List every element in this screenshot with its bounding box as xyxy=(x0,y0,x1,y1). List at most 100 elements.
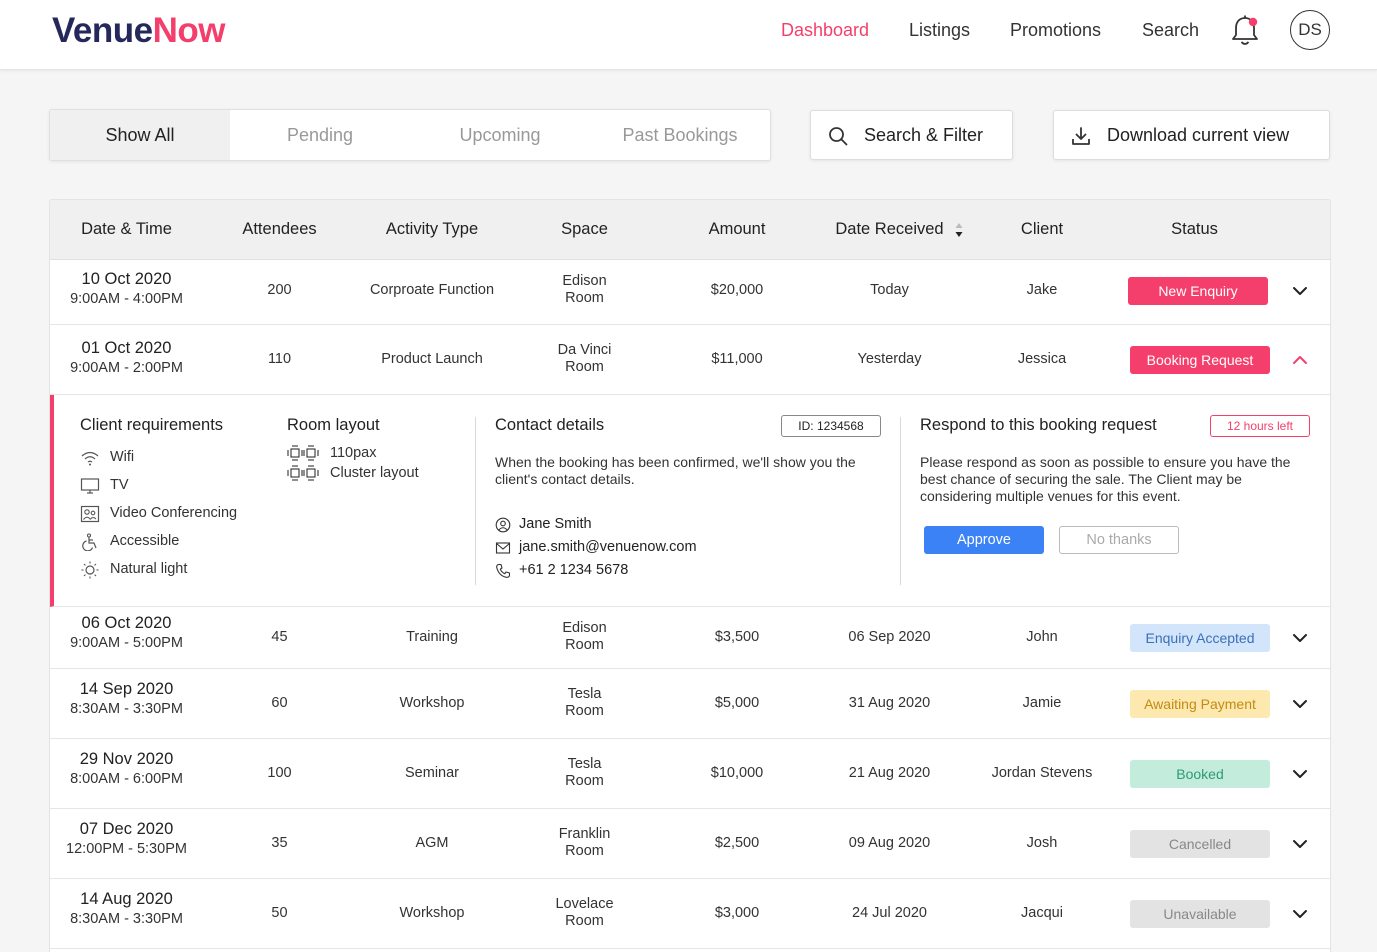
booking-time: 8:30AM - 3:30PM xyxy=(70,911,183,927)
contact-email-text[interactable]: jane.smith@venuenow.com xyxy=(519,539,697,555)
user-avatar[interactable]: DS xyxy=(1290,10,1330,50)
space-cell: Tesla Room xyxy=(508,756,661,790)
chevron-down-icon[interactable] xyxy=(1290,764,1310,784)
table-header: Date & Time Attendees Activity Type Spac… xyxy=(50,200,1330,260)
date-time-cell: 14 Sep 2020 8:30AM - 3:30PM xyxy=(50,680,203,717)
tab-pending[interactable]: Pending xyxy=(230,110,410,160)
space-cell: Tesla Room xyxy=(508,686,661,720)
booking-filter-tabs: Show All Pending Upcoming Past Bookings xyxy=(49,109,771,161)
client-cell: Jamie xyxy=(1022,695,1062,711)
contact-phone-text[interactable]: +61 2 1234 5678 xyxy=(519,562,628,578)
table-row[interactable]: 14 Sep 2020 8:30AM - 3:30PM 60 Workshop Tesl… xyxy=(50,669,1330,739)
space-name: Tesla xyxy=(567,756,602,772)
user-icon xyxy=(495,517,511,533)
tv-icon xyxy=(80,478,100,494)
no-thanks-button[interactable]: No thanks xyxy=(1059,526,1179,554)
sort-icon[interactable] xyxy=(954,221,964,239)
space-cell: Edison Room xyxy=(508,273,661,307)
space-name: Da Vinci xyxy=(557,342,612,358)
status-badge: Enquiry Accepted xyxy=(1130,624,1270,652)
date-received-cell: 31 Aug 2020 xyxy=(848,695,931,711)
column-header-space: Space xyxy=(561,220,608,238)
client-cell: John xyxy=(1026,629,1058,645)
table-row[interactable]: 29 Nov 2020 8:00AM - 6:00PM 100 Seminar Tesl… xyxy=(50,739,1330,809)
activity-type-cell: Product Launch xyxy=(381,351,483,367)
activity-type-cell: Corproate Function xyxy=(369,282,495,298)
chevron-down-icon[interactable] xyxy=(1290,694,1310,714)
status-badge: Awaiting Payment xyxy=(1130,690,1270,718)
layout-pax-text: 110pax xyxy=(330,445,377,461)
chevron-down-icon[interactable] xyxy=(1290,281,1310,301)
notification-bell-icon[interactable] xyxy=(1230,14,1260,48)
chevron-down-icon[interactable] xyxy=(1290,834,1310,854)
amount-cell: $5,000 xyxy=(714,695,760,711)
phone-icon xyxy=(496,563,511,578)
date-received-cell: 21 Aug 2020 xyxy=(848,765,931,781)
booking-date: 07 Dec 2020 xyxy=(79,820,174,838)
chevron-up-icon[interactable] xyxy=(1290,350,1310,370)
attendees-cell: 45 xyxy=(271,629,288,645)
booking-date: 14 Aug 2020 xyxy=(80,890,173,908)
table-row[interactable]: 10 Oct 2020 9:00AM - 4:00PM 200 Corproat… xyxy=(50,260,1330,325)
section-divider xyxy=(900,417,901,585)
attendees-cell: 110 xyxy=(267,351,292,367)
logo-venue-text: Venue xyxy=(52,11,153,50)
tab-past-bookings[interactable]: Past Bookings xyxy=(590,110,770,160)
chevron-down-icon[interactable] xyxy=(1290,628,1310,648)
download-label: Download current view xyxy=(1107,125,1290,145)
activity-type-cell: AGM xyxy=(415,835,449,851)
space-name: Franklin xyxy=(558,826,611,842)
space-name: Tesla xyxy=(567,686,602,702)
client-requirements-title: Client requirements xyxy=(80,416,224,434)
download-current-view-button[interactable]: Download current view xyxy=(1053,110,1330,160)
column-header-client: Client xyxy=(1020,220,1064,238)
column-header-status: Status xyxy=(1171,220,1218,238)
search-filter-button[interactable]: Search & Filter xyxy=(810,110,1013,160)
attendees-cell: 60 xyxy=(271,695,288,711)
column-header-activity-type: Activity Type xyxy=(385,220,479,238)
status-badge: New Enquiry xyxy=(1128,277,1268,305)
space-cell: Lovelace Room xyxy=(508,896,661,930)
table-row-expanded[interactable]: 01 Oct 2020 9:00AM - 2:00PM 110 Product … xyxy=(50,325,1330,395)
time-left-badge: 12 hours left xyxy=(1210,415,1310,437)
nav-promotions[interactable]: Promotions xyxy=(1010,20,1101,41)
room-layout-title: Room layout xyxy=(287,416,380,434)
nav-dashboard[interactable]: Dashboard xyxy=(781,20,869,41)
status-badge: Booking Request xyxy=(1130,346,1270,374)
status-badge: Cancelled xyxy=(1130,830,1270,858)
activity-type-cell: Workshop xyxy=(399,905,465,921)
nav-listings[interactable]: Listings xyxy=(909,20,970,41)
date-received-cell: Today xyxy=(870,282,909,298)
respond-title: Respond to this booking request xyxy=(920,416,1157,434)
client-cell: Jessica xyxy=(1017,351,1067,367)
section-divider xyxy=(475,417,476,585)
approve-button[interactable]: Approve xyxy=(924,526,1044,554)
tab-upcoming[interactable]: Upcoming xyxy=(410,110,590,160)
contact-details-title: Contact details xyxy=(495,416,605,434)
table-row[interactable]: 07 Dec 2020 12:00PM - 5:30PM 35 AGM Franklin… xyxy=(50,809,1330,879)
date-received-cell: Yesterday xyxy=(857,351,922,367)
nav-search[interactable]: Search xyxy=(1142,20,1199,41)
booking-date: 01 Oct 2020 xyxy=(81,339,172,357)
date-time-cell: 06 Oct 2020 9:00AM - 5:00PM xyxy=(50,614,203,651)
venuenow-logo[interactable]: VenueNow xyxy=(52,11,226,51)
space-name: Edison xyxy=(562,620,607,636)
table-row[interactable]: 06 Oct 2020 9:00AM - 5:00PM 45 Training Edis… xyxy=(50,607,1330,669)
contact-name-text: Jane Smith xyxy=(519,516,592,532)
requirement-label: Wifi xyxy=(110,449,135,465)
attendees-cell: 50 xyxy=(271,905,288,921)
respond-note: Please respond as soon as possible to en… xyxy=(920,454,1291,504)
search-icon xyxy=(829,127,848,146)
accessible-icon xyxy=(82,533,97,551)
amount-cell: $2,500 xyxy=(714,835,760,851)
tab-show-all[interactable]: Show All xyxy=(50,110,230,160)
notification-dot xyxy=(1248,17,1258,27)
chevron-down-icon[interactable] xyxy=(1290,904,1310,924)
table-row[interactable]: 14 Aug 2020 8:30AM - 3:30PM 50 Workshop Love… xyxy=(50,879,1330,949)
amount-cell: $10,000 xyxy=(710,765,764,781)
client-cell: Jake xyxy=(1026,282,1058,298)
column-header-date-received[interactable]: Date Received xyxy=(813,220,966,239)
contact-note: When the booking has been confirmed, we'… xyxy=(495,454,856,487)
space-name: Edison xyxy=(562,273,607,289)
activity-type-cell: Workshop xyxy=(399,695,465,711)
